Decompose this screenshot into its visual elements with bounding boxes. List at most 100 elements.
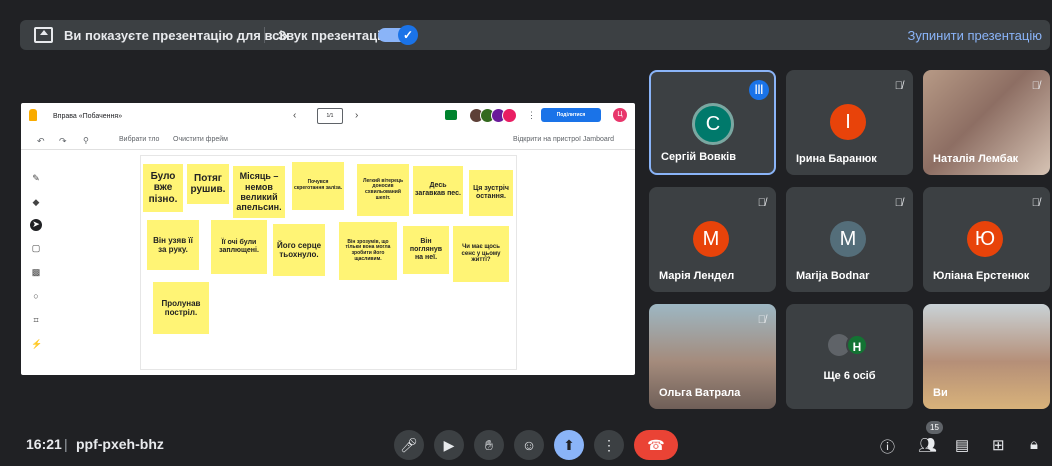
undo-icon: ↶ bbox=[37, 136, 45, 146]
hang-up-icon: ☎︎ bbox=[647, 437, 665, 453]
avatar bbox=[502, 108, 517, 123]
set-background-button: Вибрати тло bbox=[119, 136, 160, 143]
raise-hand-button[interactable]: ✋︎ bbox=[474, 430, 504, 460]
sticky-note: Потяг рушив. bbox=[187, 164, 229, 204]
host-controls-button[interactable]: 🔒︎ bbox=[1030, 436, 1038, 453]
participant-name: Юліана Ерстенюк bbox=[933, 270, 1030, 282]
jamboard-title: Вправа «Побачення» bbox=[53, 113, 123, 120]
sticky-note: Її очі були заплющені. bbox=[211, 220, 267, 274]
circle-icon: ○ bbox=[33, 291, 39, 301]
open-on-device-link: Відкрити на пристрої Jamboard bbox=[513, 136, 615, 143]
more-vert-icon: ⋮ bbox=[602, 437, 616, 453]
participant-tile[interactable]: 🎙̸ Ольга Ватрала bbox=[649, 304, 776, 409]
divider bbox=[264, 27, 265, 43]
sticky-note: Місяць – немов великий апельсин. bbox=[233, 166, 285, 218]
participant-tile[interactable]: C ||| Сергій Вовків bbox=[649, 70, 776, 175]
shared-screen: Вправа «Побачення» ‹ 1/1 › ⋮ Поділитися … bbox=[21, 103, 635, 375]
chat-button[interactable]: ▤ bbox=[955, 436, 969, 454]
participant-tile[interactable]: 🎙̸ І Ірина Баранюк bbox=[786, 70, 913, 175]
more-participants-label: Ще 6 осіб bbox=[823, 370, 876, 382]
mic-off-icon: 🎙̸ bbox=[1031, 80, 1040, 92]
people-count-badge: 15 bbox=[926, 421, 943, 434]
share-button: Поділитися bbox=[541, 108, 601, 122]
sticky-note: Легкий вітерець доносив схвильований шеп… bbox=[357, 164, 409, 216]
meet-icon bbox=[445, 110, 457, 120]
select-icon: ➤ bbox=[30, 219, 42, 231]
camera-icon: ▶ bbox=[443, 437, 455, 453]
frame-navigator: ‹ 1/1 › bbox=[293, 108, 383, 124]
check-icon: ✓ bbox=[398, 25, 418, 45]
participant-name: Наталія Лембак bbox=[933, 153, 1019, 165]
collaborator-avatars bbox=[469, 108, 517, 123]
present-button[interactable]: ⬆ bbox=[554, 430, 584, 460]
mic-off-icon: 🎙̸ bbox=[894, 80, 903, 92]
participant-name: Марія Лендел bbox=[659, 270, 735, 282]
sticky-note-icon: ▢ bbox=[31, 243, 41, 253]
clock: 16:21 bbox=[26, 436, 62, 452]
participant-tile[interactable]: 🎙̸ M Marija Bodnar bbox=[786, 187, 913, 292]
zoom-icon: ⚲ bbox=[83, 136, 89, 145]
jamboard-logo-icon bbox=[29, 109, 37, 121]
participant-avatar: C bbox=[692, 103, 734, 145]
microphone-button[interactable]: 🎤︎ bbox=[394, 430, 424, 460]
pen-icon: ✎ bbox=[32, 173, 40, 183]
present-screen-icon: ⬆ bbox=[563, 437, 575, 453]
mic-icon: 🎤︎ bbox=[400, 437, 418, 453]
participant-name: Ви bbox=[933, 387, 948, 399]
participant-tile[interactable]: 🎙̸ Наталія Лембак bbox=[923, 70, 1050, 175]
sticky-note: Було вже пізно. bbox=[143, 164, 183, 212]
more-participants-tile[interactable]: H Ще 6 осіб bbox=[786, 304, 913, 409]
sticky-note: Він узяв її за руку. bbox=[147, 220, 199, 270]
participant-avatar: І bbox=[830, 104, 866, 140]
textbox-icon: ⌗ bbox=[33, 315, 39, 325]
speaking-indicator-icon: ||| bbox=[749, 80, 769, 100]
mic-off-icon: 🎙̸ bbox=[757, 197, 766, 209]
sticky-note: Він поглянув на неї. bbox=[403, 226, 449, 274]
more-vert-icon: ⋮ bbox=[527, 110, 536, 120]
participant-tile[interactable]: 🎙̸ Ю Юліана Ерстенюк bbox=[923, 187, 1050, 292]
participant-tile[interactable]: 🎙̸ М Марія Лендел bbox=[649, 187, 776, 292]
participant-avatar: M bbox=[830, 221, 866, 257]
more-participants-avatars: H bbox=[828, 334, 876, 356]
presentation-audio-toggle[interactable]: ✓ bbox=[378, 25, 418, 45]
image-icon: ▩ bbox=[31, 267, 41, 277]
presentation-bar: Ви показуєте презентацію для всіх Звук п… bbox=[20, 20, 1050, 50]
sticky-note: Він зрозумів, що тільки вона могла зроби… bbox=[339, 222, 397, 280]
participant-name: Ольга Ватрала bbox=[659, 387, 741, 399]
prev-frame-icon: ‹ bbox=[293, 110, 297, 121]
participant-name: Marija Bodnar bbox=[796, 270, 870, 282]
sticky-note: Чи має щось сенс у цьому житті? bbox=[453, 226, 509, 282]
emoji-icon: ☺ bbox=[521, 437, 537, 453]
jamboard-tools: ✎ ◆ ➤ ▢ ▩ ○ ⌗ ⚡ bbox=[27, 173, 47, 363]
participant-name: Ірина Баранюк bbox=[796, 153, 877, 165]
sticky-note: Почувся скреготання заліза. bbox=[292, 162, 344, 210]
sticky-note: Ця зустріч остання. bbox=[469, 170, 513, 216]
jamboard-toolbar: ↶ ↷ ⚲ Вибрати тло Очистити фрейм Відкрит… bbox=[21, 133, 635, 150]
participant-avatar: Ю bbox=[967, 221, 1003, 257]
self-view-tile[interactable]: Ви bbox=[923, 304, 1050, 409]
mic-off-icon: 🎙̸ bbox=[1031, 197, 1040, 209]
people-button[interactable]: 👥︎ bbox=[918, 436, 937, 454]
activities-button[interactable]: ⊞ bbox=[992, 436, 1005, 454]
laser-icon: ⚡ bbox=[31, 339, 43, 349]
camera-button[interactable]: ▶ bbox=[434, 430, 464, 460]
jamboard-canvas: Було вже пізно. Потяг рушив. Місяць – не… bbox=[140, 155, 517, 370]
leave-call-button[interactable]: ☎︎ bbox=[634, 430, 678, 460]
meeting-info-button[interactable]: ⓘ bbox=[880, 436, 895, 457]
present-screen-icon bbox=[34, 27, 53, 43]
stop-presenting-button[interactable]: Зупинити презентацію bbox=[908, 28, 1042, 43]
participant-name: Сергій Вовків bbox=[661, 151, 736, 163]
sticky-note: Його серце тьохнуло. bbox=[273, 224, 325, 276]
more-options-button[interactable]: ⋮ bbox=[594, 430, 624, 460]
sticky-note: Пролунав постріл. bbox=[153, 282, 209, 334]
reactions-button[interactable]: ☺ bbox=[514, 430, 544, 460]
hand-icon: ✋︎ bbox=[485, 437, 493, 453]
presentation-audio-label: Звук презентації bbox=[278, 28, 385, 43]
meeting-code: ppf-pxeh-bhz bbox=[76, 436, 164, 452]
sticky-note: Десь загавкав пес. bbox=[413, 166, 463, 214]
next-frame-icon: › bbox=[355, 110, 359, 121]
divider: | bbox=[64, 436, 68, 452]
eraser-icon: ◆ bbox=[32, 197, 40, 207]
user-avatar: Ц bbox=[613, 108, 627, 122]
clear-frame-button: Очистити фрейм bbox=[173, 136, 228, 143]
